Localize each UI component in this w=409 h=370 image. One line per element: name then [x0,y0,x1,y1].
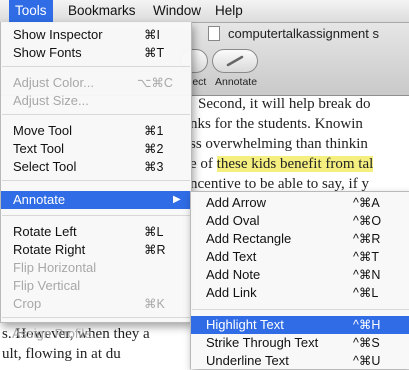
document-icon [208,26,220,41]
menu-item-move-tool[interactable]: Move Tool ⌘1 [1,122,191,140]
menu-window[interactable]: Window [147,0,207,22]
menu-item-rotate-right[interactable]: Rotate Right ⌘R [1,241,191,259]
menu-bar: Tools Bookmarks Window Help [0,0,409,23]
menu-item-annotate[interactable]: Annotate ▶ [1,191,191,209]
menu-item-crop: Crop ⌘K [13,296,165,311]
menu-help[interactable]: Help [209,0,249,22]
menu-item-select-tool[interactable]: Select Tool ⌘3 [1,158,191,176]
menu-item-rotate-left[interactable]: Rotate Left ⌘L [1,223,191,241]
annotate-submenu: Add Arrow ^⌘A Add Oval ^⌘O Add Rectangle ^⌘… [190,191,409,369]
pencil-icon [226,55,244,67]
menu-item-adjust-color: Adjust Color... ⌥⌘C [13,75,173,90]
menu-separator [2,180,190,181]
menu-tools[interactable]: Tools [9,0,53,22]
menu-item-show-inspector[interactable]: Show Inspector ⌘I [1,26,191,44]
tools-menu: Show Inspector ⌘I Show Fonts ⌘T Adjust Col… [0,22,192,323]
submenu-item-underline-text[interactable]: Underline Text ^⌘U [191,352,409,370]
doc-line: nks for the students. Knowin [190,116,363,132]
submenu-item-add-oval[interactable]: Add Oval ^⌘O [191,212,409,230]
submenu-arrow-icon: ▶ [173,194,181,205]
menu-separator [2,317,190,318]
submenu-item-add-text[interactable]: Add Text ^⌘T [191,248,409,266]
annotate-label: Annotate [215,76,258,88]
menu-bookmarks[interactable]: Bookmarks [62,0,142,22]
doc-line: e of these kids benefit from tal [190,156,374,172]
annotate-button[interactable] [212,49,258,73]
menu-item-flip-horizontal: Flip Horizontal [13,260,97,275]
menu-separator [2,114,190,115]
menu-item-text-tool[interactable]: Text Tool ⌘2 [1,140,191,158]
submenu-item-add-note[interactable]: Add Note ^⌘N [191,266,409,284]
doc-line: Second, it will help break do [198,96,371,112]
submenu-item-highlight-text[interactable]: Highlight Text ^⌘H [191,316,409,334]
menu-separator [2,66,190,67]
menu-separator [2,215,190,216]
menu-separator [192,309,409,310]
menu-item-assign-profile: Assign Profile... [12,326,103,341]
menu-item-flip-vertical: Flip Vertical [13,278,81,293]
doc-line: ss overwhelming than thinkin [190,136,368,152]
window-title: computertalkassignment s [228,26,380,41]
doc-line: ult, flowing in at du [2,346,121,362]
highlighted-text: these kids benefit from tal [216,156,374,172]
submenu-item-strike-through-text[interactable]: Strike Through Text ^⌘S [191,334,409,352]
menu-item-adjust-size: Adjust Size... [13,93,89,108]
submenu-item-add-rectangle[interactable]: Add Rectangle ^⌘R [191,230,409,248]
select-tool-label: lect [190,76,207,88]
submenu-item-add-link[interactable]: Add Link ^⌘L [191,284,409,302]
menu-item-show-fonts[interactable]: Show Fonts ⌘T [1,44,191,62]
submenu-item-add-arrow[interactable]: Add Arrow ^⌘A [191,194,409,212]
